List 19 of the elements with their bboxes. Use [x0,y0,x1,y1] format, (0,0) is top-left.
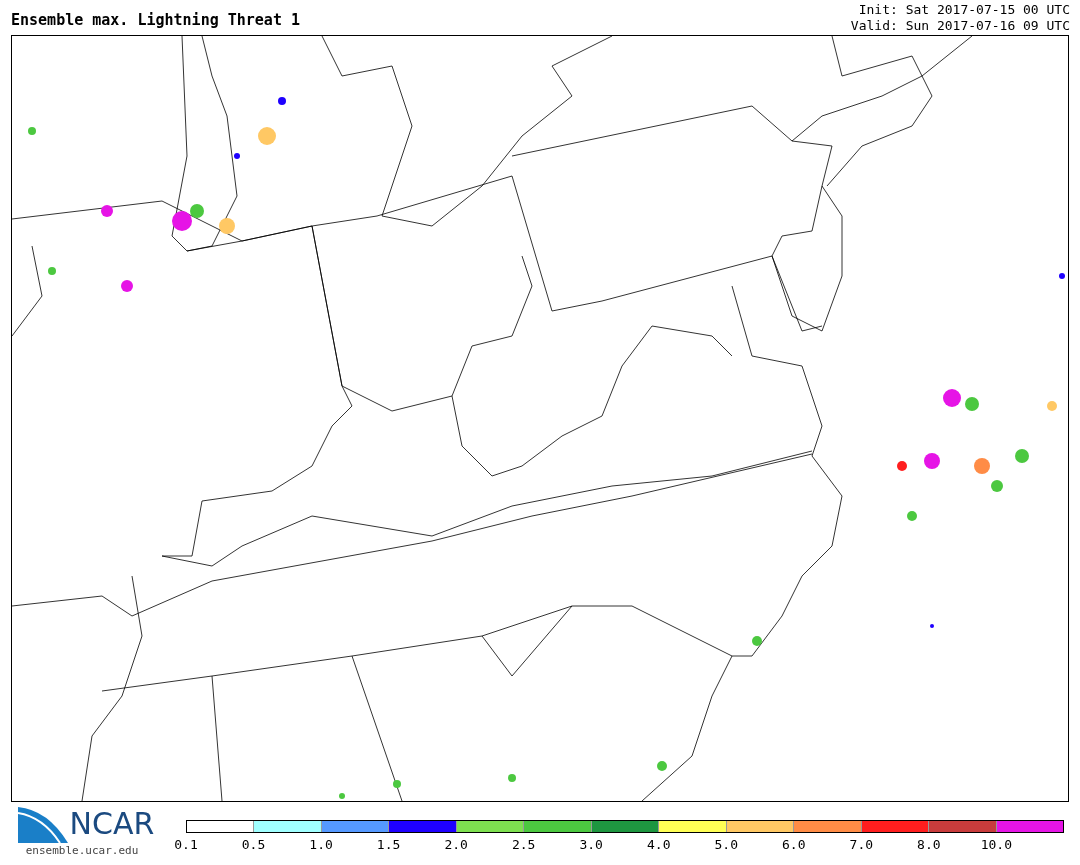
tick-label: 0.5 [241,836,266,854]
tick-label: 10.0 [980,836,1013,854]
tick-label: 5.0 [714,836,738,854]
tick-label: 2.0 [444,836,468,854]
valid-time: Valid: Sun 2017-07-16 09 UTC [850,18,1070,34]
tick-label: 1.0 [309,836,333,854]
tick-label: 4.0 [647,836,671,854]
init-time: Init: Sat 2017-07-15 00 UTC [858,2,1070,18]
tick-label: 2.5 [511,836,536,854]
tick-label: 1.5 [376,836,401,854]
site-url: ensemble.ucar.edu [25,843,139,859]
tick-label: 8.0 [917,836,941,854]
tick-label: 0.1 [174,836,198,854]
tick-label: 7.0 [849,836,874,854]
logo-text: NCAR [69,809,155,839]
logo-icon [17,805,68,843]
chart-title: Ensemble max. Lightning Threat 1 [11,9,300,31]
tick-label: 3.0 [579,836,603,854]
tick-label: 6.0 [782,836,806,854]
